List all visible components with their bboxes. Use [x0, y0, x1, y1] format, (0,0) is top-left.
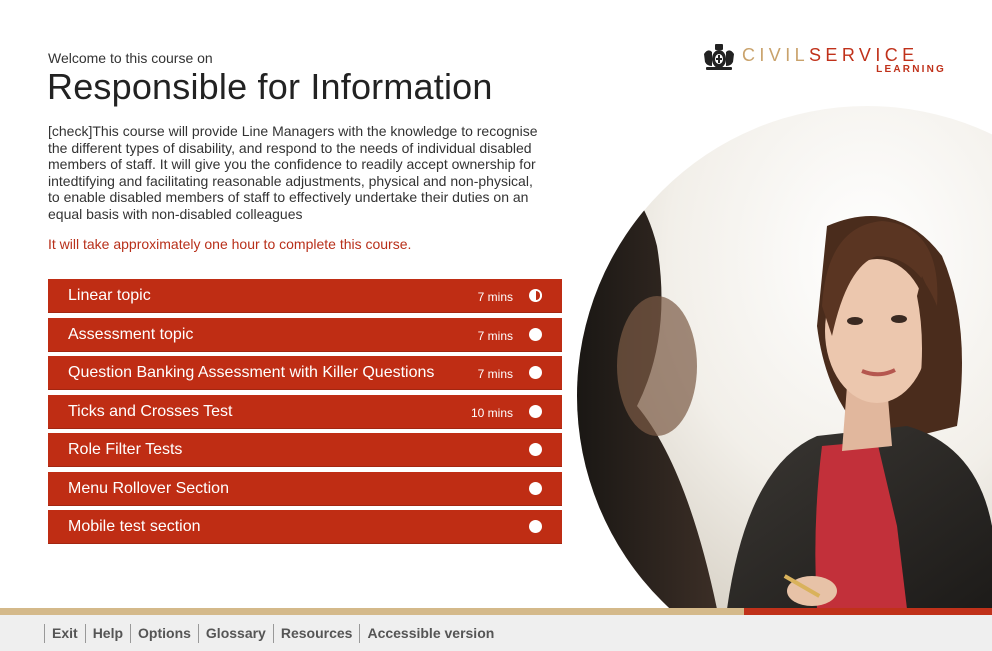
accessible-version-link[interactable]: Accessible version	[359, 624, 501, 643]
topic-list: Linear topic 7 mins Assessment topic 7 m…	[48, 279, 562, 549]
not-started-status-icon	[529, 404, 542, 418]
not-started-status-icon	[529, 443, 542, 456]
not-started-status-icon	[529, 366, 542, 379]
topic-label: Question Banking Assessment with Killer …	[68, 364, 435, 381]
not-started-status-icon	[529, 520, 542, 533]
topic-label: Menu Rollover Section	[68, 479, 229, 497]
royal-crest-icon	[704, 44, 734, 70]
logo-civil: CIVIL	[742, 45, 810, 65]
glossary-link[interactable]: Glossary	[197, 624, 273, 643]
logo: CIVILSERVICE LEARNING	[702, 42, 946, 78]
footer-nav: Exit Help Options Glossary Resources Acc…	[44, 624, 501, 643]
logo-learning: LEARNING	[876, 64, 946, 75]
topic-label: Assessment topic	[68, 325, 194, 343]
topic-assessment[interactable]: Assessment topic 7 mins	[48, 317, 562, 352]
topic-duration: 10 mins	[470, 405, 513, 420]
welcome-text: Welcome to this course on	[48, 50, 213, 66]
topic-linear[interactable]: Linear topic 7 mins	[48, 279, 562, 313]
topic-duration: 7 mins	[477, 328, 513, 343]
duration-text: It will take approximately one hour to c…	[48, 236, 412, 252]
topic-duration: 7 mins	[477, 367, 513, 381]
hero-photo	[577, 106, 992, 609]
progress-band-gold	[0, 608, 744, 615]
footer: Exit Help Options Glossary Resources Acc…	[0, 615, 992, 651]
topic-ticks-crosses[interactable]: Ticks and Crosses Test 10 mins	[48, 394, 562, 429]
options-link[interactable]: Options	[130, 624, 198, 643]
exit-link[interactable]: Exit	[44, 624, 85, 643]
topic-question-banking[interactable]: Question Banking Assessment with Killer …	[48, 356, 562, 390]
course-title: Responsible for Information	[47, 66, 493, 107]
topic-label: Role Filter Tests	[68, 441, 183, 458]
topic-label: Linear topic	[68, 287, 151, 304]
topic-menu-rollover[interactable]: Menu Rollover Section	[48, 471, 562, 506]
topic-mobile-test[interactable]: Mobile test section	[48, 510, 562, 544]
course-description: [check]This course will provide Line Man…	[48, 123, 538, 222]
topic-role-filter[interactable]: Role Filter Tests	[48, 433, 562, 467]
help-link[interactable]: Help	[84, 624, 130, 643]
topic-label: Ticks and Crosses Test	[68, 402, 233, 420]
not-started-status-icon	[529, 481, 542, 495]
logo-service: SERVICE	[809, 45, 919, 65]
not-started-status-icon	[529, 327, 542, 341]
half-complete-status-icon	[529, 289, 542, 302]
progress-band-red	[744, 608, 992, 615]
resources-link[interactable]: Resources	[272, 624, 360, 643]
topic-duration: 7 mins	[477, 290, 513, 304]
topic-label: Mobile test section	[68, 518, 201, 535]
